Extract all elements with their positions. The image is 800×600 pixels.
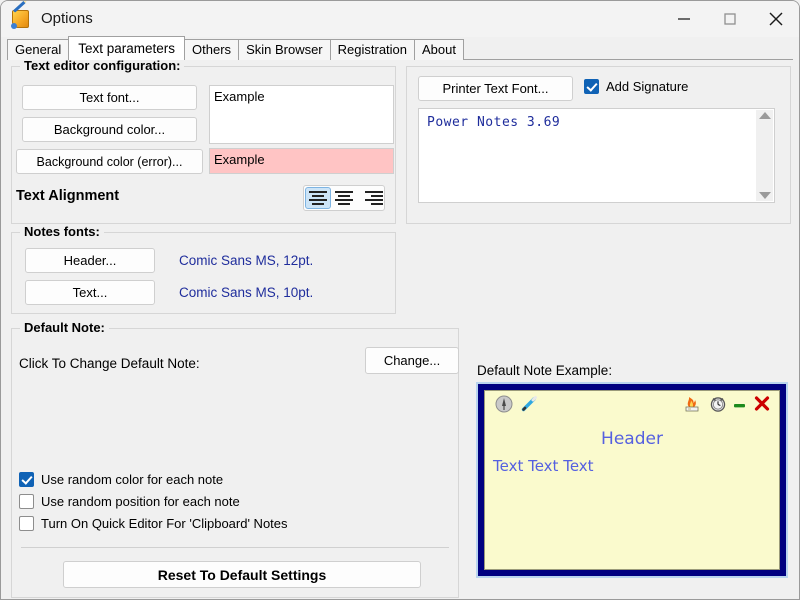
checkbox-box <box>19 494 34 509</box>
group-legend: Text editor configuration: <box>20 58 185 73</box>
change-default-note-label: Click To Change Default Note: <box>19 356 200 371</box>
signature-textarea[interactable]: Power Notes 3.69 <box>418 108 775 203</box>
background-color-button[interactable]: Background color... <box>22 117 197 142</box>
tab-page-text-parameters: Text editor configuration: Text font... … <box>1 58 799 599</box>
scroll-down-icon[interactable] <box>758 192 771 199</box>
add-signature-label: Add Signature <box>606 79 689 94</box>
text-alignment-label: Text Alignment <box>16 188 120 204</box>
tab-general[interactable]: General <box>7 39 70 60</box>
minimize-icon[interactable] <box>732 395 748 418</box>
close-icon[interactable] <box>753 1 799 37</box>
use-random-color-label: Use random color for each note <box>41 472 224 487</box>
notes-text-font-value: Comic Sans MS, 10pt. <box>179 285 314 300</box>
scroll-up-icon[interactable] <box>758 112 771 119</box>
notes-header-font-button[interactable]: Header... <box>25 248 155 273</box>
window-title: Options <box>41 10 93 27</box>
use-random-position-label: Use random position for each note <box>41 494 240 509</box>
add-signature-checkbox[interactable]: Add Signature <box>584 79 688 94</box>
reset-to-default-settings-button[interactable]: Reset To Default Settings <box>63 561 421 588</box>
tab-bar: General Text parameters Others Skin Brow… <box>1 36 799 60</box>
pencil-icon[interactable] <box>520 395 538 418</box>
checkbox-box <box>19 472 34 487</box>
note-body-text: Text Text Text <box>493 457 594 475</box>
signature-scrollbar[interactable] <box>756 110 773 201</box>
change-default-note-button[interactable]: Change... <box>365 347 459 374</box>
background-color-error-button[interactable]: Background color (error)... <box>16 149 203 174</box>
quick-editor-clipboard-checkbox[interactable]: Turn On Quick Editor For 'Clipboard' Not… <box>19 516 288 531</box>
tab-skin-browser[interactable]: Skin Browser <box>238 39 331 60</box>
note-pencil-icon <box>11 1 33 30</box>
note-icon-bar <box>485 395 779 415</box>
group-legend: Notes fonts: <box>20 224 104 239</box>
tab-about[interactable]: About <box>414 39 464 60</box>
note-header-text: Header <box>601 429 663 449</box>
use-random-position-checkbox[interactable]: Use random position for each note <box>19 494 240 509</box>
quick-editor-clipboard-label: Turn On Quick Editor For 'Clipboard' Not… <box>41 516 288 531</box>
note-paper: Header Text Text Text <box>484 390 780 570</box>
text-font-button[interactable]: Text font... <box>22 85 197 110</box>
use-random-color-checkbox[interactable]: Use random color for each note <box>19 472 223 487</box>
notes-header-font-value: Comic Sans MS, 12pt. <box>179 253 314 268</box>
text-sample-normal[interactable]: Example <box>209 85 394 144</box>
burn-icon[interactable] <box>683 395 701 418</box>
notes-text-font-button[interactable]: Text... <box>25 280 155 305</box>
printer-text-font-button[interactable]: Printer Text Font... <box>418 76 573 101</box>
align-left-button[interactable] <box>305 187 331 209</box>
text-alignment-group <box>303 185 385 211</box>
default-note-example-preview[interactable]: Header Text Text Text <box>476 382 788 578</box>
tab-text-parameters[interactable]: Text parameters <box>68 36 186 60</box>
checkbox-box <box>19 516 34 531</box>
default-note-example-caption: Default Note Example: <box>477 363 613 378</box>
signature-text: Power Notes 3.69 <box>427 115 561 130</box>
alarm-clock-icon[interactable] <box>709 395 727 418</box>
pin-icon[interactable] <box>495 395 513 418</box>
text-sample-error[interactable]: Example <box>209 148 394 174</box>
divider <box>21 547 449 548</box>
close-icon[interactable] <box>753 395 771 418</box>
options-window: Options General Text parameters Others S… <box>0 0 800 600</box>
title-bar: Options <box>1 1 799 37</box>
align-center-button[interactable] <box>331 187 357 209</box>
window-controls <box>661 1 799 37</box>
group-legend: Default Note: <box>20 320 109 335</box>
tab-others[interactable]: Others <box>184 39 240 60</box>
checkbox-box <box>584 79 599 94</box>
tab-registration[interactable]: Registration <box>329 39 416 60</box>
align-right-button[interactable] <box>357 187 383 209</box>
minimize-icon[interactable] <box>661 1 707 37</box>
maximize-icon[interactable] <box>707 1 753 37</box>
